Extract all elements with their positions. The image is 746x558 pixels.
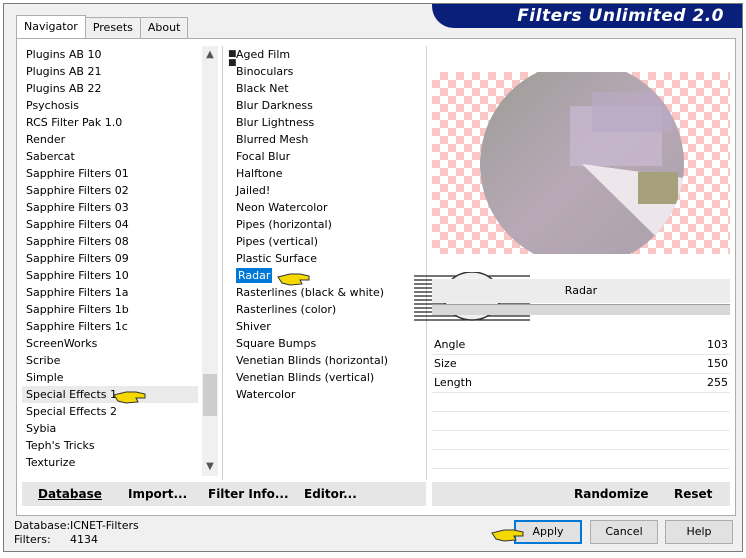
help-button[interactable]: Help xyxy=(665,520,733,544)
list-item[interactable]: ScreenWorks xyxy=(22,335,198,352)
list-item[interactable]: Texturize xyxy=(22,454,198,471)
pointing-hand-icon xyxy=(277,273,310,286)
list-item[interactable]: Plugins AB 10 xyxy=(22,46,198,63)
list-item[interactable]: Simple xyxy=(22,369,198,386)
list-item[interactable]: Sapphire Filters 01 xyxy=(22,165,198,182)
param-row-empty xyxy=(432,450,730,469)
preset-toolbar: Randomize Reset xyxy=(432,482,730,506)
list-item[interactable]: Sapphire Filters 03 xyxy=(22,199,198,216)
filter-info-button[interactable]: Filter Info... xyxy=(208,482,289,506)
scroll-down-icon[interactable]: ▼ xyxy=(202,460,218,474)
import-button[interactable]: Import... xyxy=(128,482,187,506)
list-item[interactable]: Binoculars xyxy=(232,63,422,80)
param-row-length[interactable]: Length 255 xyxy=(432,374,730,393)
list-item[interactable]: Scribe xyxy=(22,352,198,369)
app-title: Filters Unlimited 2.0 xyxy=(517,6,724,26)
list-item[interactable]: Render xyxy=(22,131,198,148)
list-item[interactable]: Pipes (horizontal) xyxy=(232,216,422,233)
param-row-empty xyxy=(432,393,730,412)
scroll-thumb[interactable] xyxy=(203,374,217,416)
list-item[interactable]: RCS Filter Pak 1.0 xyxy=(22,114,198,131)
title-banner: Filters Unlimited 2.0 xyxy=(432,4,742,28)
list-item[interactable]: Focal Blur xyxy=(232,148,422,165)
param-row-size[interactable]: Size 150 xyxy=(432,355,730,374)
database-info: Database:ICNET-Filters Filters: 4134 xyxy=(14,519,139,547)
list-item[interactable]: Sybia xyxy=(22,420,198,437)
list-item[interactable]: Black Net xyxy=(232,80,422,97)
list-item[interactable]: Special Effects 2 xyxy=(22,403,198,420)
list-item[interactable]: Venetian Blinds (horizontal) xyxy=(232,352,422,369)
param-name: Length xyxy=(434,376,472,389)
filters-count: 4134 xyxy=(70,533,98,546)
pointing-hand-icon xyxy=(113,391,146,404)
filters-unlimited-dialog: Filters Unlimited 2.0 Navigator Presets … xyxy=(3,3,743,552)
list-item[interactable]: Sapphire Filters 04 xyxy=(22,216,198,233)
param-value: 103 xyxy=(707,338,728,351)
list-item[interactable]: Blurred Mesh xyxy=(232,131,422,148)
list-item[interactable]: Psychosis xyxy=(22,97,198,114)
list-item[interactable]: Pipes (vertical) xyxy=(232,233,422,250)
list-item[interactable]: Teph's Tricks xyxy=(22,437,198,454)
category-list[interactable]: Plugins AB 10 Plugins AB 21 Plugins AB 2… xyxy=(22,46,198,476)
list-item[interactable]: Sapphire Filters 02 xyxy=(22,182,198,199)
list-item[interactable]: Plastic Surface xyxy=(232,250,422,267)
filter-list[interactable]: Aged Film Binoculars Black Net Blur Dark… xyxy=(232,46,422,406)
database-label: Database: xyxy=(14,519,71,532)
pointing-hand-icon xyxy=(491,529,524,542)
tab-bar: Navigator Presets About xyxy=(16,15,189,39)
editor-button[interactable]: Editor... xyxy=(304,482,357,506)
list-item[interactable]: Plugins AB 21 xyxy=(22,63,198,80)
list-item[interactable]: Jailed! xyxy=(232,182,422,199)
randomize-button[interactable]: Randomize xyxy=(574,482,648,506)
cancel-button[interactable]: Cancel xyxy=(590,520,658,544)
database-button[interactable]: Database xyxy=(38,482,102,506)
list-item[interactable]: Sabercat xyxy=(22,148,198,165)
filter-name-label: Radar xyxy=(432,279,730,303)
param-name: Size xyxy=(434,357,457,370)
list-item[interactable]: Sapphire Filters 1b xyxy=(22,301,198,318)
param-name: Angle xyxy=(434,338,466,351)
list-item[interactable]: Sapphire Filters 08 xyxy=(22,233,198,250)
list-item[interactable]: Sapphire Filters 10 xyxy=(22,267,198,284)
list-item-special-effects-1[interactable]: Special Effects 1 xyxy=(22,386,198,403)
param-row-angle[interactable]: Angle 103 xyxy=(432,336,730,355)
list-item[interactable]: Neon Watercolor xyxy=(232,199,422,216)
list-item[interactable]: Rasterlines (color) xyxy=(232,301,422,318)
parameter-list: Angle 103 Size 150 Length 255 xyxy=(432,336,730,488)
category-scrollbar[interactable]: ▲ ▼ xyxy=(202,46,218,476)
list-item[interactable]: Shiver xyxy=(232,318,422,335)
list-item-radar[interactable]: Radar xyxy=(232,267,422,284)
filters-label: Filters: xyxy=(14,533,51,546)
tab-presets[interactable]: Presets xyxy=(84,17,141,38)
radar-preview-graphic xyxy=(480,72,684,254)
param-row-empty xyxy=(432,431,730,450)
list-item[interactable]: Rasterlines (black & white) xyxy=(232,284,422,301)
scroll-up-icon[interactable]: ▲ xyxy=(202,48,218,62)
list-item[interactable]: Plugins AB 22 xyxy=(22,80,198,97)
database-value: ICNET-Filters xyxy=(70,519,139,532)
list-item[interactable]: Blur Lightness xyxy=(232,114,422,131)
list-item[interactable]: Sapphire Filters 1c xyxy=(22,318,198,335)
list-divider xyxy=(222,46,223,480)
list-item[interactable]: Venetian Blinds (vertical) xyxy=(232,369,422,386)
param-row-empty xyxy=(432,412,730,431)
list-item[interactable]: Watercolor xyxy=(232,386,422,403)
list-item[interactable]: Sapphire Filters 09 xyxy=(22,250,198,267)
progress-bar xyxy=(432,304,730,315)
list-divider xyxy=(426,46,427,480)
tab-about[interactable]: About xyxy=(139,17,189,38)
list-item[interactable]: Blur Darkness xyxy=(232,97,422,114)
preview-image xyxy=(432,72,730,254)
param-value: 150 xyxy=(707,357,728,370)
navigator-toolbar: Database Import... Filter Info... Editor… xyxy=(22,482,426,506)
list-item[interactable]: Halftone xyxy=(232,165,422,182)
list-item[interactable]: Sapphire Filters 1a xyxy=(22,284,198,301)
tab-navigator[interactable]: Navigator xyxy=(16,15,86,38)
param-value: 255 xyxy=(707,376,728,389)
list-item[interactable]: Aged Film xyxy=(232,46,422,63)
list-item[interactable]: Square Bumps xyxy=(232,335,422,352)
reset-button[interactable]: Reset xyxy=(674,482,712,506)
